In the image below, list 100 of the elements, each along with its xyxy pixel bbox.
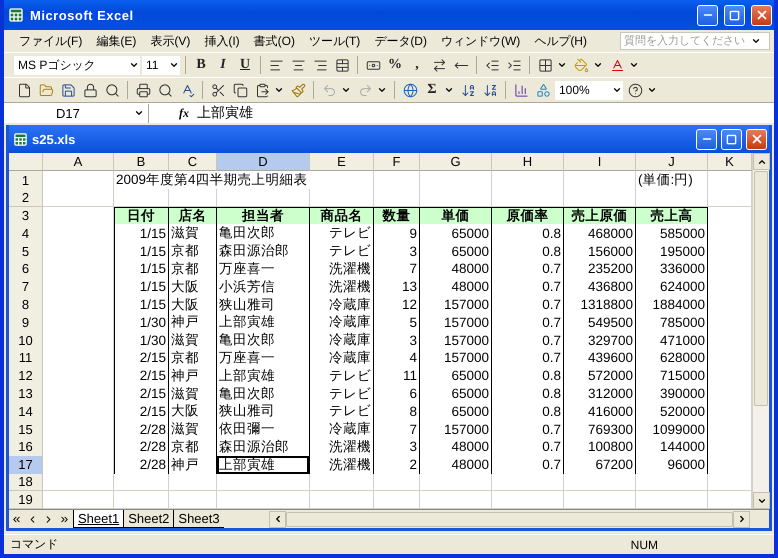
row-header[interactable]: 5 [9, 242, 43, 262]
row-header[interactable]: 12 [9, 366, 43, 386]
table-cell: 157000 [420, 348, 492, 368]
status-mode: コマンド [10, 536, 58, 553]
menu-item[interactable]: 挿入(I) [197, 30, 247, 52]
table-cell: 0.7 [492, 278, 564, 297]
table-cell: 1/30 [114, 313, 169, 332]
table-cell: 1/15 [114, 278, 169, 297]
font-size-dropdown[interactable]: 11 [142, 56, 180, 74]
help-search-field[interactable]: 質問を入力してください [620, 32, 770, 50]
table-cell: 336000 [636, 260, 708, 279]
column-header[interactable]: I [564, 153, 636, 171]
sort-ascending-icon [460, 82, 476, 98]
bold-button[interactable]: B [191, 54, 211, 76]
table-cell: 8 [374, 402, 420, 422]
close-button[interactable] [746, 128, 767, 150]
menu-item[interactable]: ウィンドウ(W) [434, 30, 528, 52]
table-cell: 亀田次郎 [217, 224, 310, 244]
autosum-caret-icon [444, 85, 454, 95]
column-header[interactable]: C [169, 153, 217, 171]
sheet-tab[interactable]: Sheet3 [173, 510, 224, 528]
redo-icon [358, 82, 372, 98]
menu-item[interactable]: ファイル(F) [12, 30, 90, 52]
num-lock-indicator: NUM [630, 538, 658, 552]
italic-button[interactable]: I [213, 54, 233, 76]
menu-item[interactable]: ツール(T) [302, 30, 368, 52]
align-right-icon [312, 58, 328, 72]
row-header[interactable]: 16 [9, 438, 43, 457]
column-header[interactable]: F [374, 153, 420, 171]
table-cell: 1/15 [114, 242, 169, 262]
row-header[interactable]: 18 [9, 474, 43, 492]
table-cell: 549500 [564, 313, 636, 332]
function-label[interactable]: fx [179, 106, 189, 120]
table-cell: 上部寅雄 [217, 313, 310, 332]
scroll-thumb[interactable] [754, 171, 768, 406]
row-header[interactable]: 2 [9, 188, 43, 207]
menu-item[interactable]: ヘルプ(H) [527, 30, 594, 52]
row-header[interactable]: 14 [9, 402, 43, 422]
horizontal-scroll-thumb[interactable] [286, 512, 733, 526]
column-header[interactable]: E [310, 153, 374, 171]
table-cell: テレビ [310, 242, 374, 262]
restore-button[interactable] [721, 128, 742, 150]
column-header[interactable]: B [114, 153, 169, 171]
minimize-button[interactable] [697, 4, 718, 26]
sheet-tab[interactable]: Sheet1 [73, 510, 124, 528]
row-header[interactable]: 10 [9, 331, 43, 350]
row-header[interactable]: 7 [9, 278, 43, 297]
column-header[interactable]: H [492, 153, 564, 171]
font-color-caret-icon [629, 60, 639, 70]
percent-button[interactable]: % [385, 54, 405, 76]
indent-icon [506, 58, 522, 72]
table-cell: 洗濯機 [310, 260, 374, 279]
menu-item[interactable]: 表示(V) [143, 30, 198, 52]
table-cell: 624000 [636, 278, 708, 297]
font-name-dropdown[interactable]: MS Pゴシック [14, 56, 140, 74]
table-cell: 2/15 [114, 366, 169, 386]
name-box[interactable]: D17 [4, 104, 149, 122]
autosum-button[interactable]: Σ [422, 79, 442, 101]
menu-item[interactable]: 編集(E) [89, 30, 144, 52]
scroll-right-button[interactable] [733, 510, 750, 528]
row-header[interactable]: 15 [9, 420, 43, 440]
table-cell: 0.8 [492, 224, 564, 244]
globe-link-icon [402, 82, 418, 98]
column-header[interactable]: G [420, 153, 492, 171]
table-cell: 156000 [564, 242, 636, 262]
row-header[interactable]: 17 [9, 456, 43, 475]
scroll-down-button[interactable] [753, 492, 770, 509]
column-header[interactable]: J [636, 153, 708, 171]
row-header[interactable]: 11 [9, 348, 43, 368]
comma-button[interactable]: , [407, 54, 427, 76]
table-cell: 狭山雅司 [217, 402, 310, 422]
paste-icon [254, 82, 270, 98]
align-left-icon [268, 58, 284, 72]
row-header[interactable]: 9 [9, 313, 43, 332]
help-caret-icon [647, 85, 657, 95]
column-header[interactable]: D [217, 153, 310, 171]
table-cell: 大阪 [169, 402, 217, 422]
scroll-left-button[interactable] [269, 510, 286, 528]
column-header[interactable]: A [43, 153, 114, 171]
table-cell: 468000 [564, 224, 636, 244]
row-header[interactable]: 6 [9, 260, 43, 279]
maximize-button[interactable] [724, 4, 745, 26]
row-header[interactable]: 4 [9, 224, 43, 244]
minimize-button[interactable] [696, 128, 717, 150]
table-cell: 0.7 [492, 420, 564, 440]
column-header[interactable]: K [708, 153, 752, 171]
close-button[interactable] [751, 4, 772, 26]
print-icon [136, 82, 150, 98]
menu-item[interactable]: データ(D) [367, 30, 434, 52]
save-icon [60, 82, 76, 98]
row-header[interactable]: 1 [9, 171, 43, 190]
sheet-tab[interactable]: Sheet2 [123, 510, 174, 528]
underline-button[interactable]: U [235, 54, 255, 76]
row-header[interactable]: 19 [9, 491, 43, 509]
zoom-dropdown[interactable]: 100% [555, 80, 623, 100]
close-icon [754, 8, 768, 22]
workbook-title: s25.xls [32, 132, 76, 146]
table-cell: 715000 [636, 366, 708, 386]
scroll-up-button[interactable] [753, 153, 770, 170]
menu-item[interactable]: 書式(O) [246, 30, 302, 52]
